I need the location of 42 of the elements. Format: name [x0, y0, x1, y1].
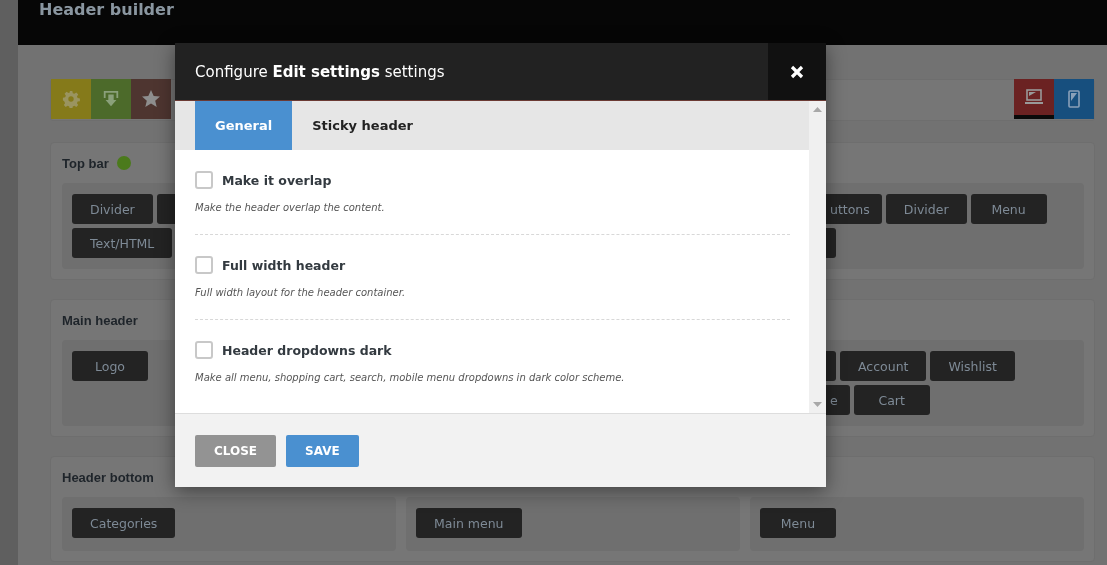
tab[interactable]: General — [195, 101, 293, 150]
option-label: Make it overlap — [222, 172, 332, 188]
element-chip[interactable]: Divider — [72, 194, 153, 224]
element-chip[interactable]: Logo — [72, 351, 148, 381]
tool-button[interactable] — [91, 79, 131, 119]
checkbox[interactable] — [195, 171, 213, 189]
scrollbar[interactable] — [809, 101, 826, 413]
close-button[interactable] — [768, 43, 826, 100]
element-chip[interactable]: Menu — [970, 194, 1047, 224]
option-description: Full width layout for the header container. — [195, 287, 407, 298]
element-chip[interactable]: Wishlist — [930, 351, 1015, 381]
scroll-up-icon[interactable] — [813, 107, 822, 112]
option-label: Header dropdowns dark — [222, 342, 392, 358]
element-chip[interactable]: Menu — [760, 508, 836, 538]
element-chip[interactable]: Text/HTML — [72, 228, 173, 258]
scroll-down-icon[interactable] — [813, 402, 822, 407]
option-description: Make all menu, shopping cart, search, mobile menu dropdowns in dark color scheme. — [195, 372, 626, 383]
option-description: Make the header overlap the content. — [195, 202, 386, 213]
tool-button[interactable] — [131, 79, 171, 119]
checkbox[interactable] — [195, 341, 213, 359]
element-chip[interactable]: Cart — [853, 385, 930, 415]
section-title: Header bottom — [62, 469, 154, 485]
gear-icon — [62, 90, 80, 108]
element-chip[interactable]: Divider — [885, 194, 967, 224]
element-chip[interactable]: Categories — [72, 508, 176, 538]
save-button[interactable]: SAVE — [286, 434, 359, 467]
close-icon — [790, 64, 804, 79]
element-chip[interactable]: Account — [840, 351, 927, 381]
section-title: Main header — [62, 312, 138, 328]
star-icon — [141, 89, 161, 109]
close-button[interactable]: CLOSE — [195, 434, 277, 467]
laptop-icon — [1024, 89, 1044, 105]
tab[interactable]: Sticky header — [292, 101, 433, 150]
dialog-title: Configure Edit settings settings — [195, 62, 445, 81]
device-button[interactable] — [1014, 79, 1054, 119]
option-label: Full width header — [222, 257, 346, 273]
phone-icon — [1068, 90, 1080, 108]
element-chip[interactable]: Main menu — [416, 508, 522, 538]
section-title: Top bar — [62, 155, 109, 171]
download-icon — [102, 90, 120, 108]
checkbox[interactable] — [195, 256, 213, 274]
page-title: Header builder — [39, 1, 174, 19]
